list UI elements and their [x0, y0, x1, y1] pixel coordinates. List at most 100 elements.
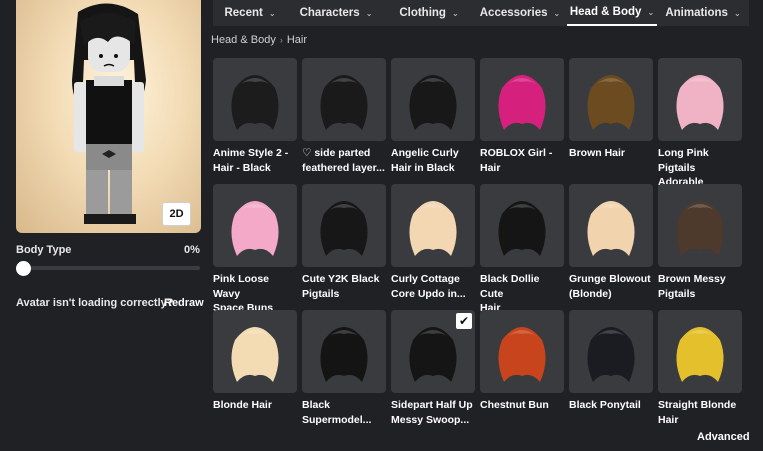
hair-item-thumbnail[interactable]	[480, 58, 564, 141]
hair-icon	[498, 201, 546, 256]
hair-item-name-line: ROBLOX Girl -	[480, 147, 553, 159]
hair-item-card[interactable]: Anime Style 2 - Hair - Black	[213, 58, 297, 175]
tab-characters[interactable]: Characters ⌄	[287, 0, 385, 26]
tab-animations[interactable]: Animations ⌄	[657, 0, 749, 26]
hair-item-card[interactable]: Cute Y2K Black Pigtails	[302, 184, 386, 301]
hair-item-name-line: Pink Loose Wavy	[213, 273, 270, 300]
tab-clothing[interactable]: Clothing ⌄	[385, 0, 473, 26]
hair-item-thumbnail[interactable]	[391, 184, 475, 267]
hair-item-card[interactable]: Curly Cottage Core Updo in...	[391, 184, 475, 301]
hair-item-thumbnail[interactable]	[480, 310, 564, 393]
hair-icon	[676, 327, 724, 382]
hair-item-card[interactable]: Black Ponytail	[569, 310, 653, 413]
body-type-label: Body Type	[16, 244, 72, 256]
tab-accessories[interactable]: Accessories ⌄	[473, 0, 567, 26]
body-type-slider-track[interactable]	[16, 266, 200, 270]
hair-item-name: Sidepart Half Up Messy Swoop...	[391, 398, 475, 427]
hair-item-name-line: Brown Messy	[658, 273, 726, 285]
hair-item-name-line: Supermodel...	[302, 413, 372, 426]
hair-item-name: Anime Style 2 - Hair - Black	[213, 146, 297, 175]
hair-item-card[interactable]: Pink Loose Wavy Space Buns	[213, 184, 297, 316]
hair-item-card[interactable]: Chestnut Bun	[480, 310, 564, 413]
hair-item-card[interactable]: ROBLOX Girl - Hair	[480, 58, 564, 175]
hair-item-card[interactable]: ♡ side parted feathered layer...	[302, 58, 386, 175]
view-2d-toggle-button[interactable]: 2D	[162, 202, 191, 226]
hair-icon	[409, 75, 457, 130]
hair-item-card[interactable]: ✔ Sidepart Half Up Messy Swoop...	[391, 310, 475, 427]
hair-item-name-line: Brown Hair	[569, 147, 626, 159]
hair-item-thumbnail[interactable]	[213, 58, 297, 141]
hair-icon	[587, 75, 635, 130]
avatar-preview[interactable]	[16, 0, 201, 233]
hair-item-thumbnail[interactable]	[658, 184, 742, 267]
hair-item-name: ROBLOX Girl - Hair	[480, 146, 564, 175]
hair-item-name: Brown Hair	[569, 146, 653, 161]
hair-item-name-line: Pigtails	[302, 287, 340, 300]
hair-item-name: Black Dollie Cute Hair	[480, 272, 564, 316]
chevron-down-icon: ⌄	[733, 8, 741, 18]
hair-item-card[interactable]: Straight Blonde Hair	[658, 310, 742, 427]
hair-item-name-line: Hair - Black	[213, 161, 271, 174]
hair-icon	[409, 201, 457, 256]
hair-item-name-line: Messy Swoop...	[391, 413, 470, 426]
hair-item-thumbnail[interactable]	[480, 184, 564, 267]
hair-icon	[320, 327, 368, 382]
hair-item-thumbnail[interactable]	[569, 58, 653, 141]
hair-item-thumbnail[interactable]	[569, 184, 653, 267]
tab-label: Accessories	[479, 7, 548, 19]
body-type-value: 0%	[184, 244, 200, 256]
hair-icon	[231, 201, 279, 256]
breadcrumb: Head & Body › Hair	[211, 34, 307, 46]
body-type-slider-handle[interactable]	[16, 261, 31, 276]
hair-item-name-line: feathered layer...	[302, 161, 385, 174]
hair-item-card[interactable]: Black Dollie Cute Hair	[480, 184, 564, 316]
tab-label: Clothing	[399, 7, 446, 19]
hair-icon	[231, 75, 279, 130]
hair-item-name: Grunge Blowout (Blonde)	[569, 272, 653, 301]
hair-icon	[498, 327, 546, 382]
hair-item-thumbnail[interactable]	[302, 58, 386, 141]
hair-item-thumbnail[interactable]	[658, 58, 742, 141]
breadcrumb-parent-link[interactable]: Head & Body	[211, 34, 276, 46]
chevron-down-icon: ⌄	[647, 7, 655, 17]
hair-item-name-line: Curly Cottage	[391, 273, 460, 285]
hair-item-name: Straight Blonde Hair	[658, 398, 742, 427]
hair-item-name-line: Angelic Curly	[391, 147, 459, 159]
hair-item-thumbnail[interactable]	[213, 184, 297, 267]
hair-item-name-line: ♡ side parted	[302, 147, 371, 159]
avatar-panel: 2D Body Type 0% Avatar isn't loading cor…	[0, 0, 205, 451]
redraw-link[interactable]: Redraw	[164, 297, 204, 309]
hair-item-name: Pink Loose Wavy Space Buns	[213, 272, 297, 316]
hair-item-card[interactable]: Angelic Curly Hair in Black	[391, 58, 475, 175]
hair-item-name-line: Hair	[658, 413, 679, 426]
hair-item-card[interactable]: Long Pink Pigtails Adorable	[658, 58, 742, 190]
hair-item-thumbnail[interactable]	[302, 310, 386, 393]
hair-item-card[interactable]: Grunge Blowout (Blonde)	[569, 184, 653, 301]
tab-label: Head & Body	[569, 6, 642, 18]
hair-item-name: Chestnut Bun	[480, 398, 564, 413]
hair-item-card[interactable]: Brown Hair	[569, 58, 653, 161]
hair-item-name-line: Black	[302, 399, 331, 411]
hair-item-card[interactable]: Brown Messy Pigtails	[658, 184, 742, 301]
hair-item-thumbnail[interactable]	[302, 184, 386, 267]
hair-item-name-line: Black Ponytail	[569, 399, 641, 411]
hair-icon	[587, 201, 635, 256]
hair-icon	[231, 327, 279, 382]
hair-item-card[interactable]: Black Supermodel...	[302, 310, 386, 427]
hair-item-thumbnail[interactable]	[213, 310, 297, 393]
hair-item-name-line: Core Updo in...	[391, 287, 466, 300]
hair-item-name-line: Hair	[480, 161, 501, 174]
hair-item-thumbnail[interactable]	[569, 310, 653, 393]
hair-item-thumbnail[interactable]	[391, 58, 475, 141]
hair-item-name-line: Chestnut Bun	[480, 399, 549, 411]
hair-item-name: Black Supermodel...	[302, 398, 386, 427]
hair-item-name: Angelic Curly Hair in Black	[391, 146, 475, 175]
hair-item-card[interactable]: Blonde Hair	[213, 310, 297, 413]
chevron-down-icon: ⌄	[451, 8, 459, 18]
hair-icon	[320, 201, 368, 256]
hair-item-thumbnail[interactable]: ✔	[391, 310, 475, 393]
advanced-link[interactable]: Advanced	[697, 431, 750, 443]
tab-recent[interactable]: Recent ⌄	[213, 0, 287, 26]
tab-head-and-body[interactable]: Head & Body ⌄	[567, 0, 657, 26]
hair-item-thumbnail[interactable]	[658, 310, 742, 393]
